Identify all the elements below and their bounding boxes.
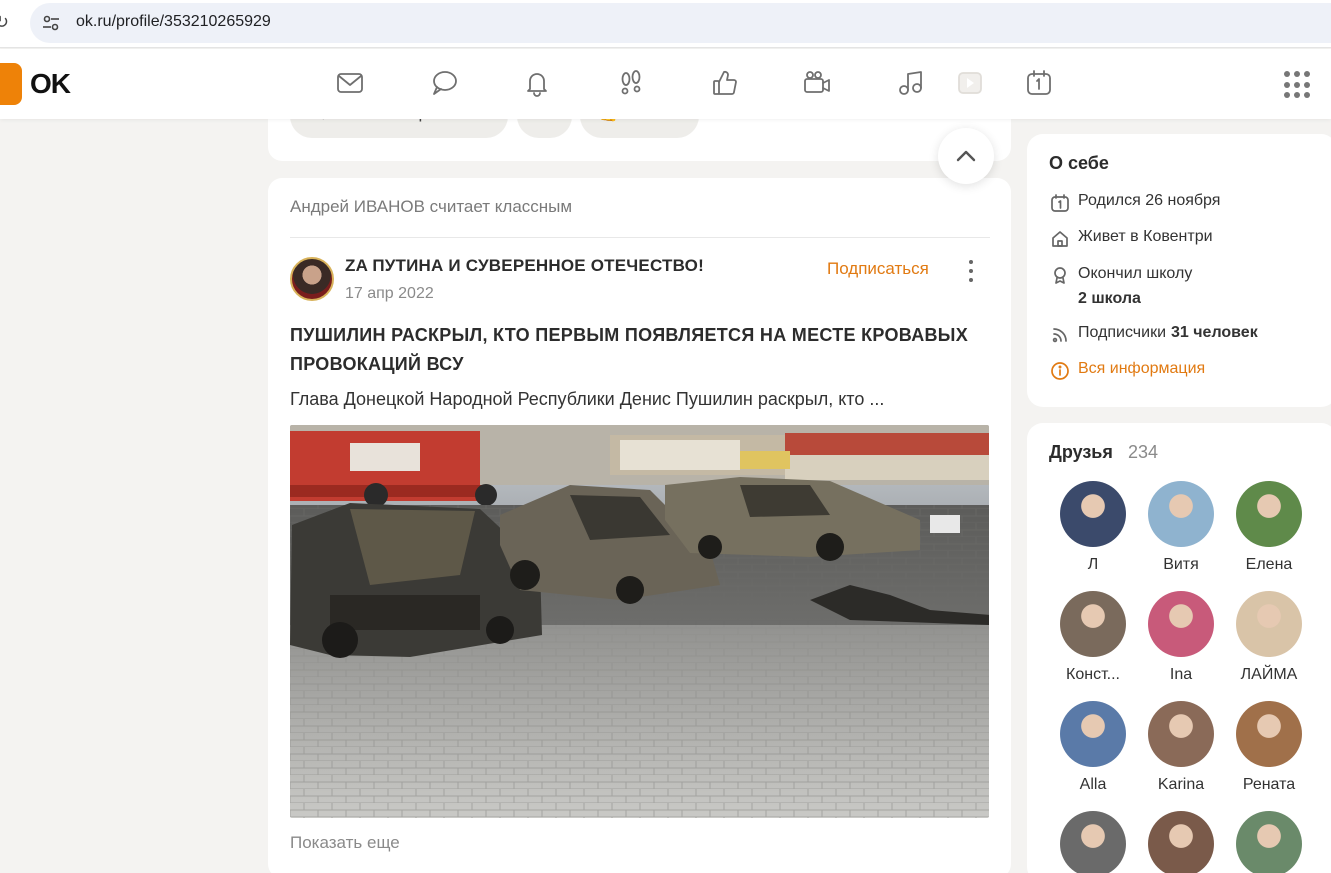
about-location: Живет в Ковентри (1049, 228, 1213, 250)
apps-grid-icon[interactable] (1284, 71, 1312, 99)
followers-prefix: Подписчики (1078, 324, 1167, 341)
bell-icon[interactable] (521, 67, 553, 99)
url-field[interactable]: ok.ru/profile/353210265929 (30, 3, 1331, 43)
scroll-to-top-button[interactable] (938, 128, 994, 184)
about-title: О себе (1049, 153, 1109, 173)
friend-name[interactable]: Конст... (1049, 666, 1137, 684)
like-icon[interactable] (709, 67, 741, 99)
followers-value: 31 человек (1171, 324, 1258, 341)
url-text[interactable]: ok.ru/profile/353210265929 (76, 13, 271, 31)
post-title[interactable]: ПУШИЛИН РАСКРЫЛ, КТО ПЕРВЫМ ПОЯВЛЯЕТСЯ Н… (290, 321, 1000, 379)
reload-icon[interactable]: ↻ (0, 12, 14, 32)
friend-name[interactable]: Alla (1049, 776, 1137, 794)
info-icon (1049, 360, 1071, 382)
ok-logo-text[interactable]: OK (30, 68, 71, 100)
friend-avatar[interactable] (1060, 481, 1126, 547)
school-prefix: Окончил школу (1078, 265, 1193, 282)
home-icon (1049, 228, 1071, 250)
friend-name[interactable]: Витя (1137, 556, 1225, 574)
feed-post-card: Андрей ИВАНОВ считает классным ZA ПУТИНА… (268, 178, 1011, 873)
friend-name[interactable]: Л (1049, 556, 1137, 574)
friend-item[interactable]: Конст... (1049, 591, 1137, 684)
post-text[interactable]: Глава Донецкой Народной Республики Денис… (290, 389, 884, 410)
chat-icon[interactable] (428, 67, 460, 99)
friends-title[interactable]: Друзья (1049, 442, 1113, 463)
ok-header: OK (0, 49, 1331, 119)
group-name[interactable]: ZA ПУТИНА И СУВЕРЕННОЕ ОТЕЧЕСТВО! (345, 256, 704, 276)
school-icon (1049, 264, 1071, 286)
friend-name[interactable]: ЛАЙМА (1225, 666, 1313, 684)
calendar-icon[interactable] (1023, 67, 1055, 99)
friend-item[interactable]: Елена (1225, 481, 1313, 574)
friend-avatar[interactable] (1060, 701, 1126, 767)
post-date: 17 апр 2022 (345, 285, 434, 302)
friends-card: Друзья 234 Л Витя Елена Конст... Ina ЛАЙ… (1027, 423, 1331, 873)
browser-address-bar: ↻ ok.ru/profile/353210265929 (0, 0, 1331, 48)
friend-avatar[interactable] (1060, 811, 1126, 873)
about-all-info[interactable]: Вся информация (1049, 360, 1205, 382)
friend-avatar[interactable] (1236, 811, 1302, 873)
friend-avatar[interactable] (1236, 701, 1302, 767)
music-icon[interactable] (895, 67, 927, 99)
rss-icon (1049, 324, 1071, 346)
friends-count: 234 (1128, 442, 1159, 462)
about-followers[interactable]: Подписчики 31 человек (1049, 324, 1258, 346)
friend-item[interactable] (1225, 811, 1313, 873)
chevron-up-icon (956, 150, 976, 162)
more-options-icon[interactable] (964, 260, 978, 282)
mail-icon[interactable] (334, 67, 366, 99)
liked-by-text[interactable]: Андрей ИВАНОВ считает классным (290, 197, 572, 217)
video-camera-icon[interactable] (801, 67, 833, 99)
group-avatar[interactable] (290, 257, 334, 301)
friend-avatar[interactable] (1236, 481, 1302, 547)
friend-item[interactable]: Alla (1049, 701, 1137, 794)
post-image[interactable] (290, 425, 989, 818)
friend-name[interactable]: Елена (1225, 556, 1313, 574)
friend-name[interactable]: Ina (1137, 666, 1225, 684)
friend-item[interactable] (1137, 811, 1225, 873)
friend-item[interactable]: Витя (1137, 481, 1225, 574)
friend-avatar[interactable] (1148, 701, 1214, 767)
birthday-text: Родился 26 ноября (1078, 192, 1221, 209)
about-card: О себе Родился 26 ноября Живет в Ковентр… (1027, 134, 1331, 407)
about-birthday: Родился 26 ноября (1049, 192, 1220, 214)
about-school: Окончил школу 2 школа (1049, 264, 1192, 311)
video-play-icon[interactable] (950, 67, 986, 99)
show-more-link[interactable]: Показать еще (290, 833, 400, 853)
friend-item[interactable]: Л (1049, 481, 1137, 574)
friend-name[interactable]: Karina (1137, 776, 1225, 794)
calendar-icon (1049, 192, 1071, 214)
subscribe-button[interactable]: Подписаться (827, 259, 929, 279)
location-text: Живет в Ковентри (1078, 228, 1213, 245)
friend-item[interactable]: ЛАЙМА (1225, 591, 1313, 684)
school-name[interactable]: 2 школа (1078, 286, 1192, 311)
friend-name[interactable]: Рената (1225, 776, 1313, 794)
site-settings-icon[interactable] (40, 12, 62, 34)
all-info-link[interactable]: Вся информация (1078, 360, 1205, 378)
friend-item[interactable] (1049, 811, 1137, 873)
friend-item[interactable]: Ina (1137, 591, 1225, 684)
friend-item[interactable]: Рената (1225, 701, 1313, 794)
friend-avatar[interactable] (1060, 591, 1126, 657)
friend-avatar[interactable] (1236, 591, 1302, 657)
friend-avatar[interactable] (1148, 481, 1214, 547)
ok-logo-icon[interactable] (0, 63, 22, 105)
friend-item[interactable]: Karina (1137, 701, 1225, 794)
friend-avatar[interactable] (1148, 591, 1214, 657)
footprints-icon[interactable] (615, 67, 647, 99)
friend-avatar[interactable] (1148, 811, 1214, 873)
divider (290, 237, 990, 238)
